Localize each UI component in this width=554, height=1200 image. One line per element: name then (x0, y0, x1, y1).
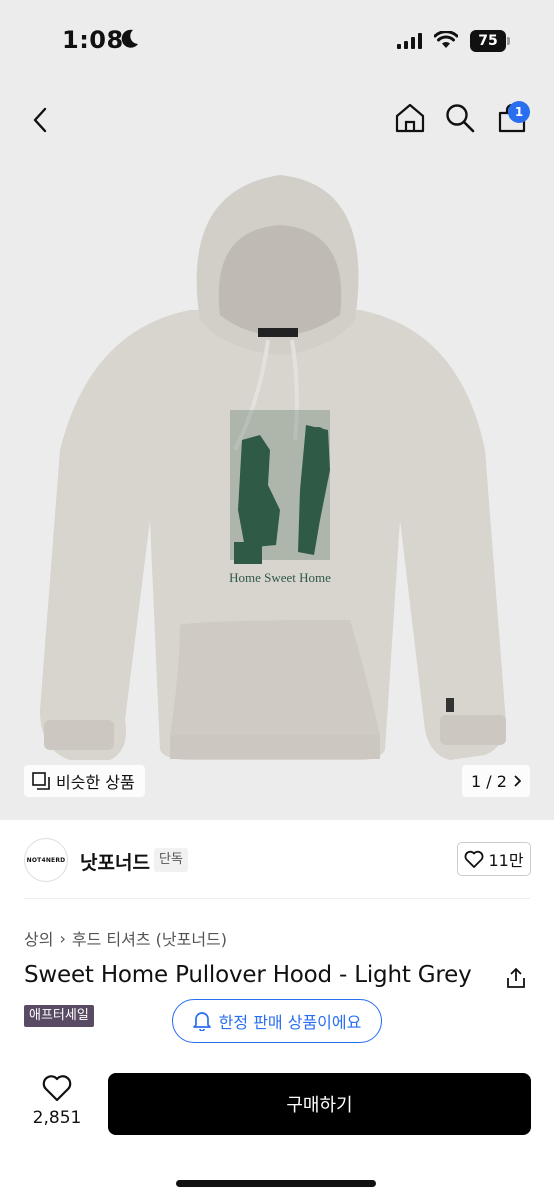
product-image-area[interactable]: 1:08 75 1 Home Sweet Home 비슷한 상품 1 / 2 (0, 0, 554, 820)
home-indicator (176, 1180, 376, 1187)
wishlist-count: 2,851 (32, 1108, 82, 1128)
brand-like-button[interactable]: 11만 (457, 842, 531, 876)
breadcrumb-category[interactable]: 상의 (24, 926, 53, 950)
heart-icon (465, 850, 484, 868)
signal-icon (397, 33, 422, 49)
product-title: Sweet Home Pullover Hood - Light Grey (24, 962, 472, 988)
brand-like-count: 11만 (488, 851, 524, 870)
page-indicator-text: 1 / 2 (471, 771, 507, 791)
wishlist-button[interactable]: 2,851 (24, 1074, 90, 1128)
similar-products-label: 비슷한 상품 (56, 773, 135, 792)
brand-exclusive-tag: 단독 (154, 848, 188, 872)
battery-tip (507, 37, 510, 45)
brand-row: NOT4NERD 낫포너드 단독 11만 (0, 832, 554, 892)
battery-indicator: 75 (470, 30, 506, 52)
breadcrumb-separator: › (59, 928, 66, 948)
sale-badge: 애프터세일 (24, 1005, 94, 1027)
top-nav (0, 96, 554, 144)
cart-count-badge: 1 (508, 101, 530, 123)
home-icon[interactable] (394, 102, 426, 134)
rating-row-clipped (24, 1050, 184, 1060)
hoodie-product-image: Home Sweet Home (40, 175, 506, 760)
limited-sale-notice[interactable]: 한정 판매 상품이에요 (172, 999, 382, 1043)
wifi-icon (434, 31, 458, 48)
chevron-right-icon (514, 775, 521, 787)
buy-button[interactable]: 구매하기 (108, 1073, 531, 1135)
image-page-indicator[interactable]: 1 / 2 (462, 765, 530, 797)
back-arrow-icon[interactable] (26, 104, 56, 136)
status-bar: 1:08 75 (0, 0, 554, 80)
breadcrumb-subcategory[interactable]: 후드 티셔츠 (낫포너드) (72, 926, 227, 950)
brand-name[interactable]: 낫포너드 (80, 848, 150, 875)
status-time: 1:08 (62, 26, 124, 54)
print-text: Home Sweet Home (229, 570, 331, 585)
buy-button-label: 구매하기 (286, 1095, 353, 1116)
breadcrumb: 상의 › 후드 티셔츠 (낫포너드) (24, 926, 227, 950)
share-icon[interactable] (504, 966, 528, 990)
divider (24, 898, 530, 899)
heart-icon (42, 1075, 72, 1102)
search-icon[interactable] (444, 102, 476, 134)
limited-sale-label: 한정 판매 상품이에요 (218, 1013, 362, 1032)
brand-logo-text: NOT4NERD (26, 856, 66, 864)
bell-icon (192, 1012, 211, 1031)
moon-icon (121, 29, 138, 48)
brand-logo[interactable]: NOT4NERD (24, 838, 68, 882)
similar-products-button[interactable]: 비슷한 상품 (24, 765, 145, 797)
similar-items-icon (32, 772, 50, 790)
